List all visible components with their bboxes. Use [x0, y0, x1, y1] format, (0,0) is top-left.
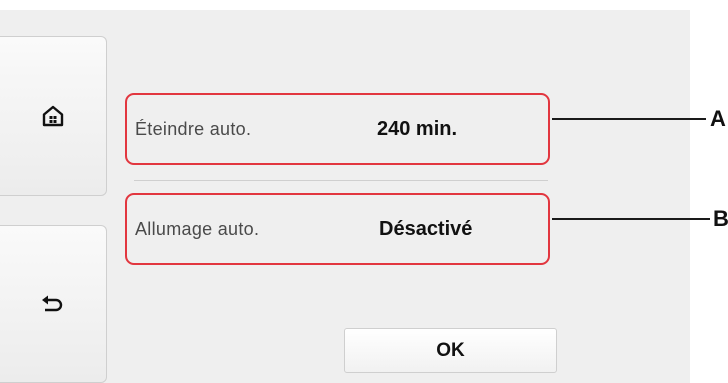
divider — [134, 180, 548, 181]
setting-label: Éteindre auto. — [135, 118, 252, 139]
home-icon — [42, 105, 64, 127]
setting-value: Désactivé — [379, 217, 473, 240]
printer-screen: Éteindre auto. 240 min. Allumage auto. D… — [0, 10, 690, 383]
back-button[interactable] — [0, 225, 107, 383]
ok-button[interactable]: OK — [344, 328, 557, 373]
home-button[interactable] — [0, 36, 107, 196]
callout-label-b: B — [713, 206, 728, 231]
setting-label: Allumage auto. — [135, 218, 260, 239]
setting-value: 240 min. — [377, 117, 458, 140]
callout-line-a — [552, 118, 706, 120]
callout-line-b — [552, 218, 710, 220]
callout-label-a: A — [710, 106, 726, 131]
setting-row-auto-power-off[interactable]: Éteindre auto. 240 min. — [125, 93, 550, 165]
setting-row-auto-power-on[interactable]: Allumage auto. Désactivé — [125, 193, 550, 265]
back-arrow-icon — [41, 294, 65, 314]
